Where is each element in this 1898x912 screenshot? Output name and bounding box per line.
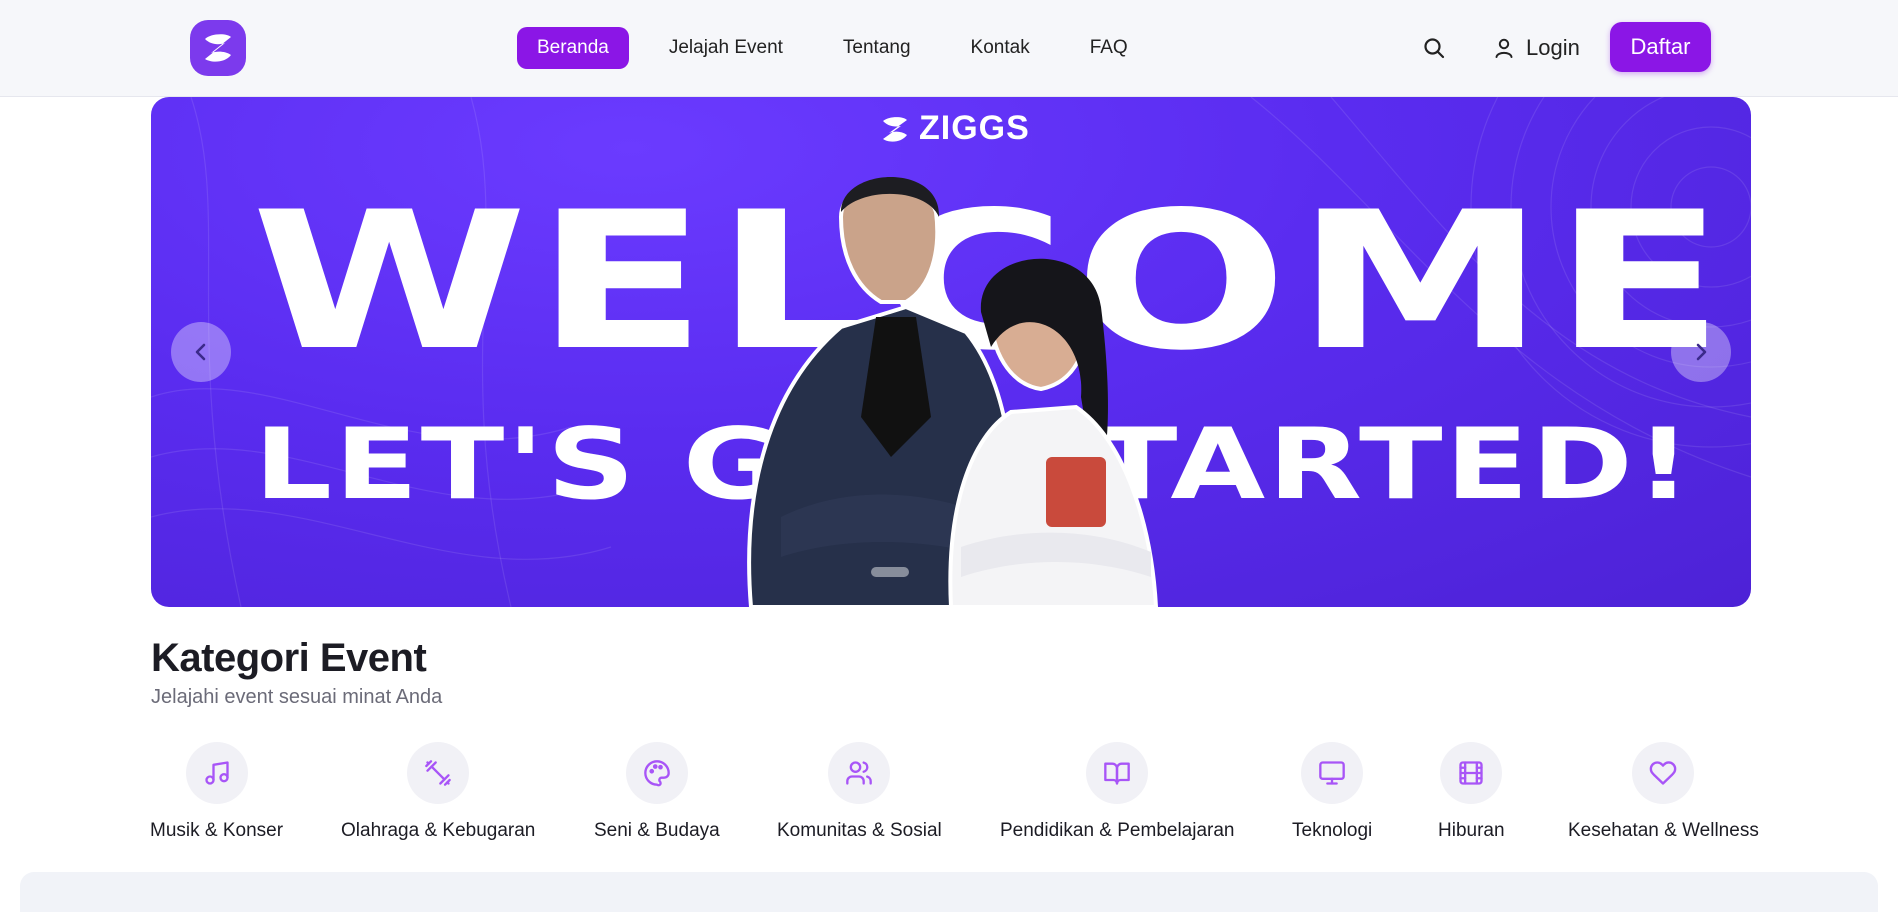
book-icon	[1086, 742, 1149, 804]
category-label: Pendidikan & Pembelajaran	[1000, 820, 1235, 841]
category-komunitas-sosial[interactable]: Komunitas & Sosial	[777, 742, 942, 842]
nav-kontak[interactable]: Kontak	[951, 27, 1050, 69]
category-label: Musik & Konser	[150, 820, 284, 841]
search-icon	[1424, 38, 1445, 59]
ziggs-brand-icon	[883, 116, 907, 142]
carousel-next-button[interactable]	[1671, 322, 1731, 382]
category-label: Olahraga & Kebugaran	[341, 820, 536, 841]
ziggs-logo-icon	[205, 34, 231, 62]
heart-icon	[1632, 742, 1695, 804]
nav-beranda[interactable]: Beranda	[517, 27, 629, 69]
login-label: Login	[1526, 35, 1580, 60]
category-label: Teknologi	[1292, 820, 1373, 841]
dumbbell-icon	[407, 742, 470, 804]
nav-jelajah-event[interactable]: Jelajah Event	[649, 27, 803, 69]
monitor-icon	[1301, 742, 1364, 804]
category-label: Seni & Budaya	[594, 820, 720, 841]
film-icon	[1440, 742, 1503, 804]
search-button[interactable]	[1419, 33, 1449, 63]
category-hiburan[interactable]: Hiburan	[1438, 742, 1505, 842]
next-section-strip	[20, 872, 1878, 912]
ziggs-logo[interactable]	[190, 20, 246, 76]
hero-people-image	[747, 177, 1159, 607]
category-label: Komunitas & Sosial	[777, 820, 942, 841]
login-button[interactable]: Login	[1492, 28, 1580, 68]
nav-faq[interactable]: FAQ	[1070, 27, 1148, 69]
hero-brand: ZIGGS	[879, 109, 1030, 148]
category-title: Kategori Event	[151, 636, 427, 680]
music-icon	[185, 742, 248, 804]
users-icon	[828, 742, 891, 804]
main-nav: Beranda Jelajah Event Tentang Kontak FAQ	[517, 27, 1168, 69]
carousel-dot-active[interactable]	[871, 567, 909, 577]
category-label: Hiburan	[1438, 820, 1505, 841]
category-kesehatan-wellness[interactable]: Kesehatan & Wellness	[1568, 742, 1759, 842]
chevron-left-icon	[195, 343, 206, 361]
top-navbar: Beranda Jelajah Event Tentang Kontak FAQ…	[0, 0, 1898, 97]
register-button[interactable]: Daftar	[1610, 22, 1711, 72]
category-pendidikan-pembelajaran[interactable]: Pendidikan & Pembelajaran	[1000, 742, 1235, 842]
chevron-right-icon	[1696, 343, 1707, 361]
carousel-indicators	[871, 567, 909, 577]
carousel-prev-button[interactable]	[171, 322, 231, 382]
nav-tentang[interactable]: Tentang	[823, 27, 931, 69]
category-label: Kesehatan & Wellness	[1568, 820, 1759, 841]
hero-brand-name: ZIGGS	[919, 109, 1030, 147]
palette-icon	[625, 742, 688, 804]
user-icon	[1495, 38, 1513, 58]
category-teknologi[interactable]: Teknologi	[1292, 742, 1372, 842]
category-olahraga-kebugaran[interactable]: Olahraga & Kebugaran	[341, 742, 535, 842]
hero-carousel: ZIGGS WELCOME LET'S GET STARTED!	[151, 97, 1751, 607]
category-subtitle: Jelajahi event sesuai minat Anda	[151, 686, 443, 708]
category-musik-konser[interactable]: Musik & Konser	[150, 742, 283, 842]
category-seni-budaya[interactable]: Seni & Budaya	[594, 742, 720, 842]
